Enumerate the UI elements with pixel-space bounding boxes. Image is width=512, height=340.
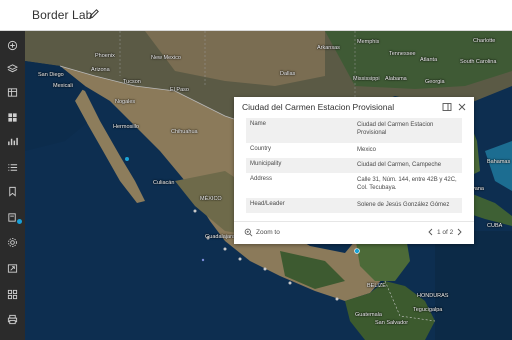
pagination: 1 of 2 xyxy=(427,228,463,236)
map-label-mexicali: Mexicali xyxy=(53,83,73,89)
map-label-san-diego: San Diego xyxy=(38,72,64,78)
next-feature-icon[interactable] xyxy=(456,228,463,236)
map-label-mississippi: Mississippi xyxy=(353,76,380,82)
map-label-tennessee: Tennessee xyxy=(389,51,416,57)
feature-popup: Ciudad del Carmen Estacion Provisional N… xyxy=(234,97,474,244)
map-label-culiacan: Culiacán xyxy=(153,180,175,186)
attribute-value: Solene de Jesús González Gómez xyxy=(357,202,450,208)
bar-chart-icon[interactable] xyxy=(4,133,21,150)
table-row: Country Mexico xyxy=(246,143,462,158)
map-label-georgia: Georgia xyxy=(425,79,445,85)
settings-icon[interactable] xyxy=(4,234,21,251)
close-icon[interactable] xyxy=(457,102,467,112)
attribute-key: Country xyxy=(250,146,272,152)
map-label-new-mexico: New Mexico xyxy=(151,55,181,61)
previous-feature-icon[interactable] xyxy=(427,228,434,236)
map-label-belize: BELIZE xyxy=(367,283,386,289)
bookmark-icon[interactable] xyxy=(4,183,21,200)
table-icon[interactable] xyxy=(4,84,21,101)
attribute-table: Name Ciudad del Carmen Estacion Provisio… xyxy=(246,118,462,213)
legend-icon[interactable] xyxy=(4,109,21,126)
map-label-dallas: Dallas xyxy=(280,71,296,77)
map-label-memphis: Memphis xyxy=(357,39,380,45)
list-icon[interactable] xyxy=(4,159,21,176)
map-label-arkansas: Arkansas xyxy=(317,45,340,51)
export-icon[interactable] xyxy=(4,260,21,277)
map-label-tucson: Tucson xyxy=(123,79,141,85)
map-label-phoenix: Phoenix xyxy=(95,53,115,59)
zoom-to-button[interactable]: Zoom to xyxy=(244,228,280,237)
map-label-hermosillo: Hermosillo xyxy=(113,124,139,130)
map-label-san-salvador: San Salvador xyxy=(375,320,409,326)
attribute-value: Mexico xyxy=(357,147,377,153)
notification-dot xyxy=(17,219,22,224)
map-label-guadalajara: Guadalajara xyxy=(205,234,235,240)
attribute-value: Ciudad del Carmen Estacion Provisional xyxy=(357,122,434,136)
print-icon[interactable] xyxy=(4,311,21,328)
attribute-key: Name xyxy=(250,121,267,127)
map-label-arizona: Arizona xyxy=(91,67,110,73)
pencil-icon[interactable] xyxy=(88,8,100,20)
attribute-key: Address xyxy=(250,176,273,182)
grid-icon[interactable] xyxy=(4,286,21,303)
popup-title: Ciudad del Carmen Estacion Provisional xyxy=(242,102,395,112)
map-label-cuba: CUBA xyxy=(487,223,503,229)
zoom-in-icon xyxy=(244,228,253,237)
map-label-nogales: Nogales xyxy=(115,99,136,105)
map-label-guatemala: Guatemala xyxy=(355,312,382,318)
zoom-to-label: Zoom to xyxy=(256,229,280,236)
map-label-atlanta: Atlanta xyxy=(420,57,438,63)
dock-icon[interactable] xyxy=(442,102,452,112)
table-row: Head/Leader Solene de Jesús González Góm… xyxy=(246,198,462,213)
map-label-charlotte: Charlotte xyxy=(473,38,496,44)
popup-footer: Zoom to 1 of 2 xyxy=(234,221,474,245)
attribute-key: Municipality xyxy=(250,161,282,167)
table-row: Address Calle 31, Núm. 144, entre 42B y … xyxy=(246,173,462,198)
add-circle-icon[interactable] xyxy=(4,37,21,54)
attribute-value: Ciudad del Carmen, Campeche xyxy=(357,162,442,168)
table-row: Name Ciudad del Carmen Estacion Provisio… xyxy=(246,118,462,143)
map-view[interactable]: San Diego Phoenix Tucson El Paso Dallas … xyxy=(25,31,512,340)
map-label-bahamas: Bahamas xyxy=(487,159,511,165)
device-badge-icon[interactable] xyxy=(4,209,22,226)
map-label-tegucigalpa: Tegucigalpa xyxy=(413,307,443,313)
map-label-south-carolina: South Carolina xyxy=(460,59,497,65)
map-label-el-paso: El Paso xyxy=(170,87,189,93)
layers-icon[interactable] xyxy=(4,60,21,77)
top-bar: Border Lab xyxy=(0,0,512,31)
pager-text: 1 of 2 xyxy=(437,228,454,236)
map-label-alabama: Alabama xyxy=(385,76,407,82)
left-sidebar xyxy=(0,31,25,340)
map-label-mexico: MÉXICO xyxy=(200,196,222,202)
app-title: Border Lab xyxy=(32,8,93,22)
map-label-honduras: HONDURAS xyxy=(417,293,449,299)
map-label-chihuahua: Chihuahua xyxy=(171,129,198,135)
attribute-value: Calle 31, Núm. 144, entre 42B y 42C, Col… xyxy=(357,177,457,191)
attribute-key: Head/Leader xyxy=(250,201,285,207)
table-row: Municipality Ciudad del Carmen, Campeche xyxy=(246,158,462,173)
